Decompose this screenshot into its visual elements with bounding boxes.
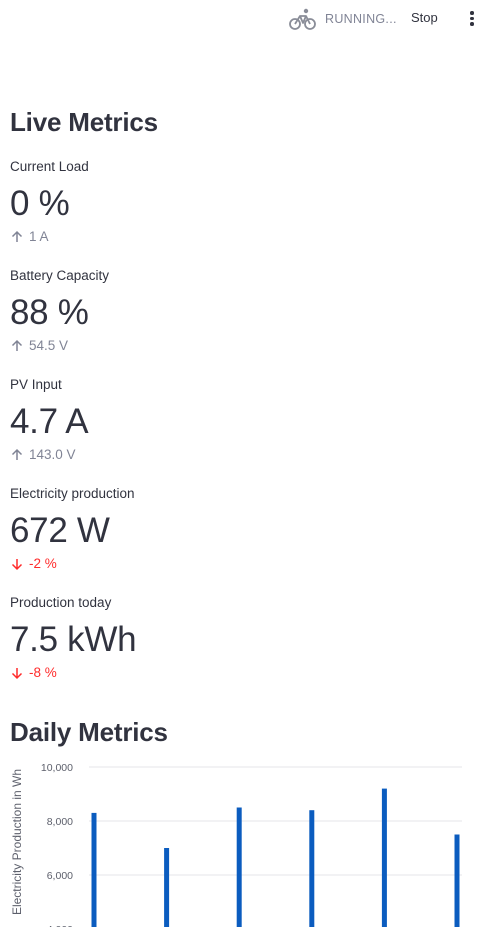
metric-delta-text: -8 % [29,665,57,680]
metric-electricity-production: Electricity production 672 W -2 % [10,486,135,571]
bar[interactable] [381,788,387,932]
arrow-up-icon [11,339,23,351]
arrow-up-icon [11,448,23,460]
status-text: RUNNING... [325,12,397,26]
metric-delta-text: 143.0 V [29,447,76,462]
arrow-down-icon [11,558,23,570]
metric-current-load: Current Load 0 % 1 A [10,159,89,244]
bar[interactable] [454,834,460,932]
metric-label: Current Load [10,159,89,174]
metric-value: 88 % [10,293,89,332]
metric-delta: 54.5 V [10,338,109,353]
y-tick-label: 6,000 [47,870,73,882]
metric-value: 7.5 kWh [10,620,137,659]
metric-delta: -2 % [10,556,135,571]
y-axis-label: Electricity Production in Wh [10,769,24,915]
metric-value: 672 W [10,511,110,550]
daily-metrics-title: Daily Metrics [10,717,168,747]
metric-pv-input: PV Input 4.7 A 143.0 V [10,377,89,462]
metric-delta-text: -2 % [29,556,57,571]
running-status: RUNNING... [289,7,397,31]
metric-battery-capacity: Battery Capacity 88 % 54.5 V [10,268,109,353]
bar[interactable] [164,848,170,932]
metric-delta-text: 54.5 V [29,338,69,353]
metric-label: Electricity production [10,486,135,501]
y-tick-label: 8,000 [47,816,73,828]
kebab-menu-icon[interactable] [466,9,478,29]
metric-value: 4.7 A [10,402,89,441]
arrow-up-icon [11,230,23,242]
stop-button[interactable]: Stop [411,10,438,25]
metric-label: Production today [10,595,112,610]
metric-delta-text: 1 A [29,229,49,244]
app-toolbar: RUNNING... Stop [0,0,481,38]
live-metrics-title: Live Metrics [10,107,158,137]
bar[interactable] [91,812,97,932]
metric-production-today: Production today 7.5 kWh -8 % [10,595,137,680]
bar-chart: 10,0008,0006,0004,000Electricity Product… [10,762,462,932]
bar[interactable] [309,810,315,932]
metric-label: PV Input [10,377,62,392]
daily-production-chart: 10,0008,0006,0004,000Electricity Product… [0,755,481,932]
metric-delta: 1 A [10,229,89,244]
bar[interactable] [236,807,242,932]
metric-value: 0 % [10,184,70,223]
metric-label: Battery Capacity [10,268,110,283]
bicycle-icon [289,8,316,30]
arrow-down-icon [11,667,23,679]
metric-delta: 143.0 V [10,447,88,462]
metric-delta: -8 % [10,665,136,680]
y-tick-label: 10,000 [41,762,73,774]
